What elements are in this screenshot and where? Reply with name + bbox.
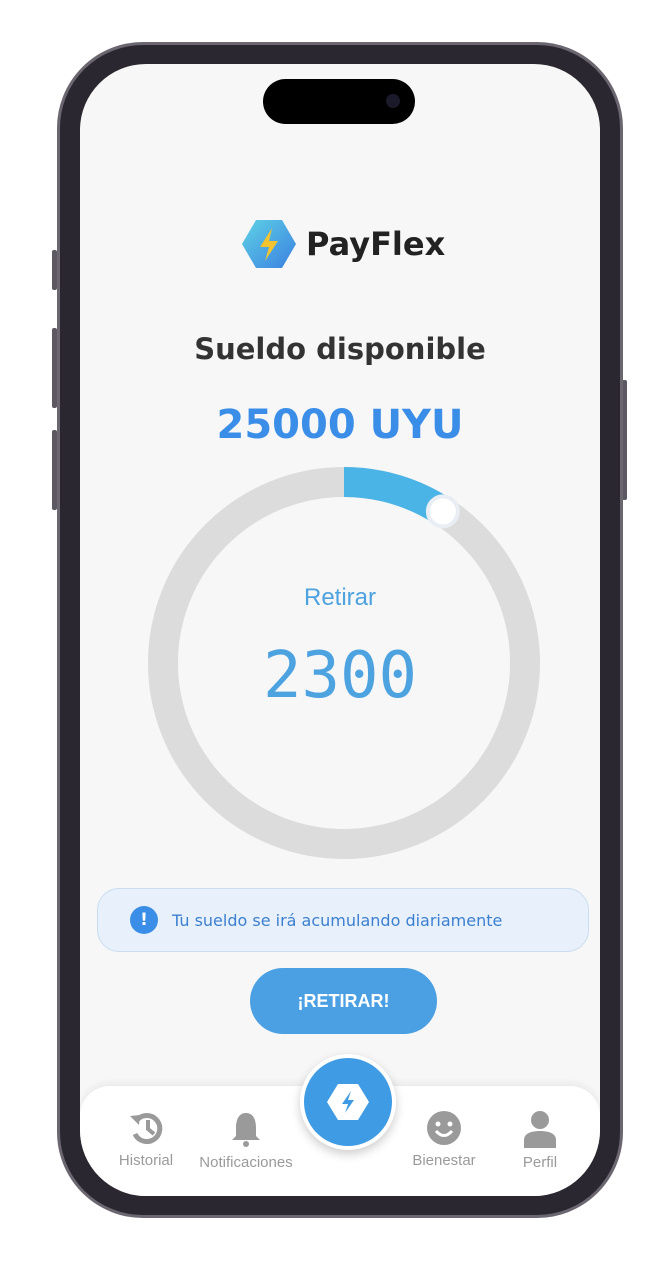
smiley-icon bbox=[427, 1111, 461, 1145]
nav-label: Notificaciones bbox=[199, 1154, 293, 1171]
nav-item-bienestar[interactable]: Bienestar bbox=[389, 1110, 499, 1169]
app-logo: PayFlex bbox=[240, 218, 445, 270]
nav-item-perfil[interactable]: Perfil bbox=[485, 1110, 595, 1171]
bell-icon bbox=[232, 1113, 260, 1147]
lightning-icon bbox=[327, 1084, 369, 1120]
nav-item-historial[interactable]: Historial bbox=[91, 1110, 201, 1169]
info-banner: ! Tu sueldo se irá acumulando diariament… bbox=[97, 888, 589, 952]
dial-handle[interactable] bbox=[425, 494, 460, 529]
nav-label: Historial bbox=[118, 1152, 174, 1169]
user-icon bbox=[524, 1111, 556, 1148]
available-amount: 25000 UYU bbox=[216, 402, 464, 448]
nav-label: Bienestar bbox=[412, 1152, 476, 1169]
app-screen: PayFlex Sueldo disponible 25000 UYU Reti… bbox=[80, 64, 600, 1196]
nav-label: Perfil bbox=[522, 1154, 558, 1171]
nav-item-notificaciones[interactable]: Notificaciones bbox=[191, 1110, 301, 1171]
payflex-logo-icon bbox=[242, 220, 296, 268]
page-title: Sueldo disponible bbox=[194, 332, 486, 366]
camera-icon bbox=[386, 94, 400, 108]
history-icon bbox=[130, 1113, 163, 1145]
withdraw-value: 2300 bbox=[262, 639, 418, 713]
quick-withdraw-fab[interactable] bbox=[300, 1054, 396, 1150]
withdraw-label: Retirar bbox=[303, 584, 376, 611]
dynamic-island bbox=[263, 79, 415, 124]
app-name: PayFlex bbox=[306, 225, 446, 263]
info-text: Tu sueldo se irá acumulando diariamente bbox=[172, 910, 503, 930]
withdraw-button[interactable]: ¡RETIRAR! bbox=[250, 968, 437, 1034]
info-icon: ! bbox=[130, 906, 158, 934]
